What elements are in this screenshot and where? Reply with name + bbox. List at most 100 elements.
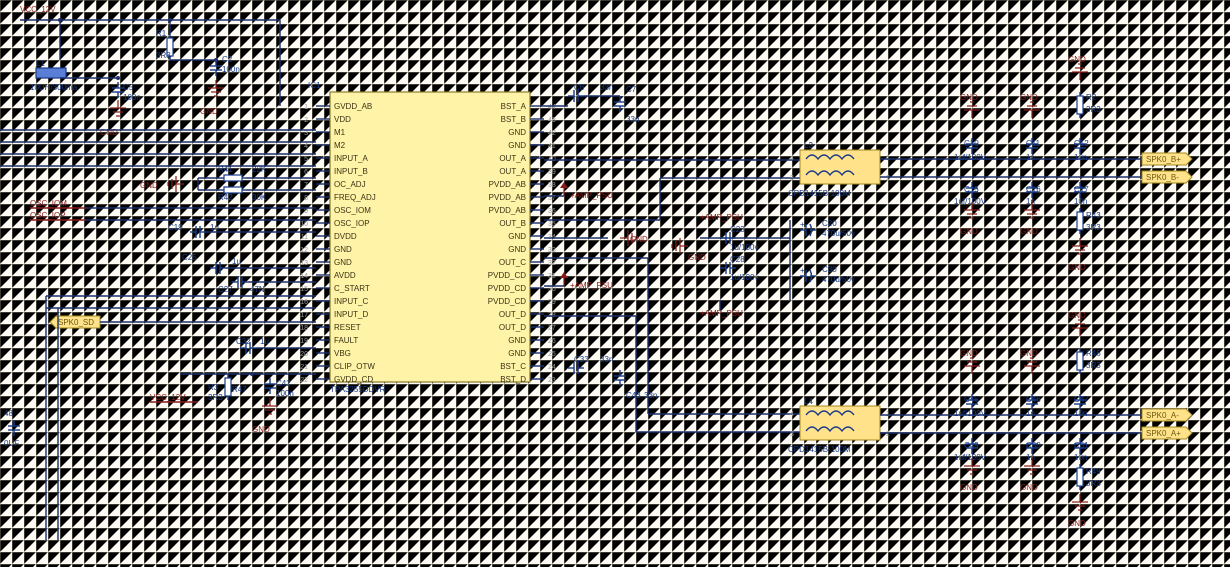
pin-num: 3 [304,130,308,137]
c42-val: 100n [276,389,294,398]
c42-ref: C42 [276,379,291,388]
gnd-label: GND [630,235,648,244]
pin-num: 8 [304,195,308,202]
c50-ref: C50 [1026,441,1041,450]
r3-val: 3R3 [208,393,223,402]
c17-val: 10n [1074,197,1087,206]
c51-ref: C51 [1074,441,1089,450]
l1-val: 10UH/300ma [30,83,78,92]
pin-func: GND [508,245,526,254]
c32-val: 1u [260,337,269,346]
pin-num: 12 [300,247,308,254]
pin-func: CLIP_OTW [334,362,375,371]
gnd-label: GND [688,253,706,262]
pin-num: 22 [300,377,308,384]
gnd-label: GND [1068,55,1086,64]
c30-val: 470u/50v [822,275,855,284]
pin-num: 44 [548,104,556,111]
net-amp-psu-top: +AMP_PSU [570,191,613,200]
r43-ref: R43 [1086,211,1101,220]
net-amp-psu-bulk2: +AMP_PSU [700,213,743,222]
stub-val: 0UF [4,439,19,448]
pin-num: 33 [548,247,556,254]
gnd-label: GND [252,425,270,434]
c43-ref: C43 [626,391,641,400]
pin-func: INPUT_B [334,167,368,176]
pin-num: 39 [548,169,556,176]
c5-val: 100n [123,93,141,102]
svg-text:3: 3 [790,175,794,182]
pin-num: 36 [548,208,556,215]
r3-ref: R3 [208,383,219,392]
r49-ref: R49 [1086,467,1101,476]
port-spk0-aplus-label: SPK0_A+ [1146,429,1181,438]
c27-ref: C27 [218,285,233,294]
c10-val: 1uf/100V [954,153,987,162]
pin-num: 7 [304,182,308,189]
res-r43 [1077,208,1083,234]
gnd-label: GND [1068,519,1086,528]
pin-func: OC_ADJ [334,180,366,189]
pin-num: 17 [300,312,308,319]
gnd-label: GND [200,107,218,116]
pin-num: 10 [300,221,308,228]
pin-func: OUT_D [499,310,526,319]
l3-ref: L3 [804,141,813,150]
pin-func: FREQ_ADJ [334,193,376,202]
pin-num: 42 [548,130,556,137]
c23-val: 1u/100v [730,243,758,252]
pin-num: 29 [548,299,556,306]
c33-val: 33n [600,355,613,364]
c19-val: 1u [210,223,219,232]
net-osc-iom: OSC_IOM [30,199,67,208]
ic1-body [330,92,530,382]
res-r49 [1077,464,1083,490]
pin-func: PVDD_AB [489,193,526,202]
ic1-name: TPA3255DDVR [330,385,386,394]
r1-ref: R1 [156,29,167,38]
port-spk0-bplus-label: SPK0_B+ [1146,155,1181,164]
pin-num: 27 [548,325,556,332]
r47-ref: R47 [232,385,247,394]
c2-val: 100n [222,65,240,74]
pin-func: M2 [334,141,346,150]
pin-func: BST_B [501,115,526,124]
inductor-l3 [800,150,880,184]
pin-func: PVDD_AB [489,206,526,215]
ic1-block: IC1 TPA3255DDVR 1GVDD_AB2VDD3M14M25INPUT… [300,81,556,394]
pin-func: PVDD_CD [488,297,526,306]
c12-val: 10n [1074,153,1087,162]
port-spk0-bminus-label: SPK0_B- [1146,173,1179,182]
c16-val: 1n [1026,197,1035,206]
pin-num: 25 [548,351,556,358]
c6-val: 33n [600,83,613,92]
c25-ref: C25 [182,253,197,262]
r49-val: 3R3 [1086,479,1101,488]
gnd-label: GND [1020,227,1038,236]
pin-num: 14 [300,273,308,280]
l4-ref: L4 [804,397,813,406]
pin-func: DVDD [334,232,357,241]
pin-func: INPUT_C [334,297,368,306]
schematic-canvas: + VCC_12V L1 10UH/300ma C5 100n GND R1 3… [0,0,1230,567]
c45-val: 1uf/100V [954,409,987,418]
r46-val: 3R3 [1086,361,1101,370]
pin-func: GND [508,336,526,345]
c46-ref: C46 [1026,395,1041,404]
c50-val: 1n [1026,453,1035,462]
r2-val: 3R3 [1086,105,1101,114]
c5-ref: C5 [123,83,134,92]
pin-num: 20 [300,351,308,358]
pin-num: 6 [304,169,308,176]
c10-ref: C10 [964,139,979,148]
c15-ref: C15 [964,185,979,194]
res-r41 [220,175,246,181]
gnd-label: GND [960,483,978,492]
inductor-l1 [36,68,66,78]
pin-num: 24 [548,364,556,371]
pin-func: OUT_B [499,219,526,228]
pin-num: 16 [300,299,308,306]
net-osc-iop: OSC_IOP [30,211,66,220]
c28-ref: C28 [730,255,745,264]
pin-num: 1 [304,104,308,111]
